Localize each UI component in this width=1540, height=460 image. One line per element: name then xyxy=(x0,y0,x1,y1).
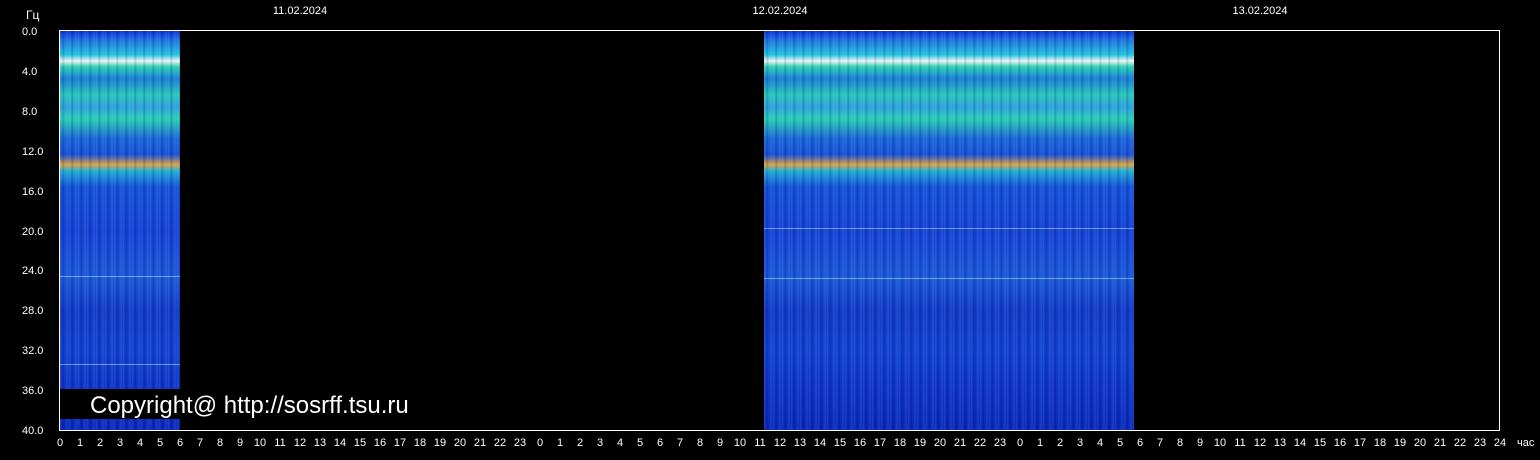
x-tick-label: 0 xyxy=(1016,437,1024,449)
x-tick-label: 4 xyxy=(136,437,144,449)
x-tick-label: 0 xyxy=(536,437,544,449)
x-tick-label: 19 xyxy=(913,437,927,449)
x-tick-label: 20 xyxy=(453,437,467,449)
x-tick-label: 22 xyxy=(493,437,507,449)
x-tick-label: 15 xyxy=(833,437,847,449)
x-tick-label: 8 xyxy=(1176,437,1184,449)
x-tick-label: 15 xyxy=(1313,437,1327,449)
x-tick-label: 10 xyxy=(733,437,747,449)
x-tick-label: 11 xyxy=(754,437,766,449)
copyright-watermark: Copyright@ http://sosrff.tsu.ru xyxy=(90,392,409,419)
x-tick-label: 14 xyxy=(333,437,347,449)
x-tick-label: 5 xyxy=(636,437,644,449)
x-tick-label: 21 xyxy=(953,437,967,449)
x-tick-label: 18 xyxy=(1373,437,1387,449)
x-tick-label: 19 xyxy=(1393,437,1407,449)
x-tick-label: 17 xyxy=(873,437,887,449)
x-tick-label: 3 xyxy=(1076,437,1084,449)
x-tick-label: 2 xyxy=(576,437,584,449)
x-tick-label: 9 xyxy=(1196,437,1204,449)
x-tick-label: 13 xyxy=(793,437,807,449)
x-tick-label: 21 xyxy=(473,437,487,449)
spectrogram-chart: Гц час Copyright@ http://sosrff.tsu.ru 0… xyxy=(0,0,1540,460)
x-tick-label: 3 xyxy=(116,437,124,449)
x-tick-label: 11 xyxy=(1234,437,1246,449)
y-tick-label: 12.0 xyxy=(22,145,44,158)
spectrogram-segment-1 xyxy=(60,31,180,430)
x-tick-label: 11 xyxy=(274,437,286,449)
x-tick-label: 23 xyxy=(993,437,1007,449)
x-tick-label: 7 xyxy=(1156,437,1164,449)
x-tick-label: 21 xyxy=(1433,437,1447,449)
x-tick-label: 2 xyxy=(1056,437,1064,449)
resonance-line xyxy=(60,276,180,277)
y-tick-label: 8.0 xyxy=(22,105,38,118)
x-tick-label: 16 xyxy=(373,437,387,449)
x-tick-label: 3 xyxy=(596,437,604,449)
x-tick-label: 10 xyxy=(253,437,267,449)
x-tick-label: 1 xyxy=(1036,437,1044,449)
x-tick-label: 20 xyxy=(1413,437,1427,449)
x-tick-label: 12 xyxy=(773,437,787,449)
x-tick-label: 6 xyxy=(176,437,184,449)
x-tick-label: 12 xyxy=(293,437,307,449)
x-tick-label: 15 xyxy=(353,437,367,449)
date-label: 12.02.2024 xyxy=(752,5,808,17)
x-tick-label: 13 xyxy=(1273,437,1287,449)
x-tick-label: 17 xyxy=(1353,437,1367,449)
x-tick-label: 22 xyxy=(973,437,987,449)
x-tick-label: 5 xyxy=(1116,437,1124,449)
x-tick-label: 2 xyxy=(96,437,104,449)
y-tick-label: 28.0 xyxy=(22,305,44,318)
x-tick-label: 1 xyxy=(76,437,84,449)
x-tick-label: 20 xyxy=(933,437,947,449)
x-tick-label: 6 xyxy=(1136,437,1144,449)
x-tick-label: 0 xyxy=(56,437,64,449)
x-tick-label: 24 xyxy=(1493,437,1507,449)
x-tick-label: 7 xyxy=(196,437,204,449)
resonance-line xyxy=(764,228,1134,229)
x-tick-label: 13 xyxy=(313,437,327,449)
y-tick-label: 16.0 xyxy=(22,185,44,198)
y-tick-label: 40.0 xyxy=(22,425,44,437)
x-tick-label: 9 xyxy=(716,437,724,449)
y-tick-label: 4.0 xyxy=(22,65,38,78)
x-tick-label: 12 xyxy=(1253,437,1267,449)
x-axis-unit: час xyxy=(1517,437,1535,449)
x-tick-label: 14 xyxy=(1293,437,1307,449)
x-tick-label: 23 xyxy=(513,437,527,449)
resonance-line xyxy=(764,278,1134,279)
x-tick-label: 4 xyxy=(1096,437,1104,449)
y-tick-label: 0.0 xyxy=(22,26,38,38)
x-tick-label: 22 xyxy=(1453,437,1467,449)
x-tick-label: 18 xyxy=(413,437,427,449)
date-label: 13.02.2024 xyxy=(1232,5,1288,17)
x-tick-label: 18 xyxy=(893,437,907,449)
x-tick-label: 17 xyxy=(393,437,407,449)
x-tick-label: 1 xyxy=(556,437,564,449)
x-tick-label: 10 xyxy=(1213,437,1227,449)
x-tick-label: 9 xyxy=(236,437,244,449)
x-tick-label: 14 xyxy=(813,437,827,449)
x-tick-label: 8 xyxy=(696,437,704,449)
x-tick-label: 6 xyxy=(656,437,664,449)
x-tick-label: 4 xyxy=(616,437,624,449)
resonance-line xyxy=(60,364,180,365)
spectrogram-segment-2 xyxy=(764,31,1134,430)
y-tick-label: 36.0 xyxy=(22,385,44,398)
x-tick-label: 7 xyxy=(676,437,684,449)
y-tick-label: 32.0 xyxy=(22,345,44,358)
x-tick-label: 5 xyxy=(156,437,164,449)
x-tick-label: 19 xyxy=(433,437,447,449)
y-tick-label: 24.0 xyxy=(22,265,44,278)
x-tick-label: 16 xyxy=(853,437,867,449)
x-tick-label: 16 xyxy=(1333,437,1347,449)
date-label: 11.02.2024 xyxy=(272,5,328,17)
x-tick-label: 23 xyxy=(1473,437,1487,449)
y-axis-unit: Гц xyxy=(26,8,40,22)
y-tick-label: 20.0 xyxy=(22,225,44,238)
x-tick-label: 8 xyxy=(216,437,224,449)
